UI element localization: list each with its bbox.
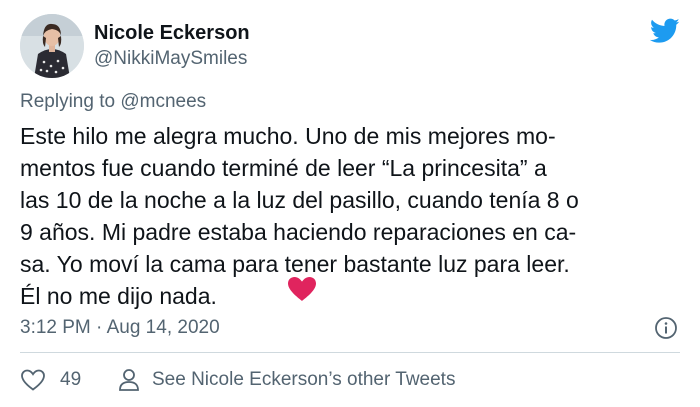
tweet-line: Este hilo me alegra mucho. Uno de mis me… [20,123,556,149]
twitter-bird-icon[interactable] [650,18,680,44]
person-icon [119,369,139,391]
info-icon[interactable] [654,316,678,340]
tweet-line: mentos fue cuando terminé de leer “La pr… [20,155,547,181]
tweet-timestamp[interactable]: 3:12 PM · Aug 14, 2020 [20,317,220,339]
see-other-tweets-label: See Nicole Eckerson’s other Tweets [152,369,456,390]
tweet-line: 9 años. Mi padre estaba haciendo reparac… [20,219,577,245]
author-name[interactable]: Nicole Eckerson [94,22,250,45]
tweet-text: Este hilo me alegra mucho. Uno de mis me… [20,120,680,312]
like-count: 49 [60,369,82,390]
tweet-line: Él no me dijo nada. [20,283,217,309]
author-avatar[interactable] [20,14,84,78]
tweet-line: las 10 de la noche a la luz del pasillo,… [20,187,579,213]
embedded-tweet-card: Nicole Eckerson @NikkiMaySmiles Replying… [0,0,700,407]
red-heart-emoji [287,276,317,302]
heart-outline-icon [21,369,45,391]
tweet-line: sa. Yo moví la cama para tener bastante … [20,251,570,277]
like-button[interactable]: 49 [20,368,81,392]
author-handle[interactable]: @NikkiMaySmiles [94,48,247,70]
see-other-tweets-link[interactable]: See Nicole Eckerson’s other Tweets [118,368,455,392]
actions-divider [20,352,680,353]
replying-to-line[interactable]: Replying to @mcnees [20,91,206,113]
